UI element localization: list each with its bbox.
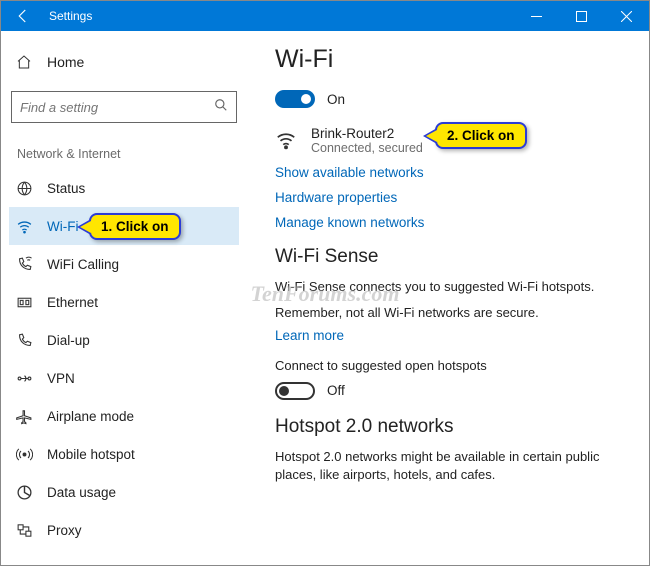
- maximize-button[interactable]: [559, 1, 604, 31]
- search-input[interactable]: [20, 100, 214, 115]
- sidebar-item-label: Dial-up: [47, 333, 90, 348]
- sidebar-item-dialup[interactable]: Dial-up: [9, 321, 239, 359]
- close-button[interactable]: [604, 1, 649, 31]
- sidebar-item-label: WiFi Calling: [47, 257, 119, 272]
- ethernet-icon: [15, 294, 33, 311]
- minimize-button[interactable]: [514, 1, 559, 31]
- page-title: Wi-Fi: [275, 45, 625, 74]
- callout-1: 1. Click on: [89, 213, 181, 240]
- window-title: Settings: [45, 9, 514, 23]
- status-icon: [15, 180, 33, 197]
- sidebar-item-label: Airplane mode: [47, 409, 134, 424]
- home-label: Home: [47, 54, 84, 70]
- airplane-icon: [15, 408, 33, 425]
- sidebar-item-data-usage[interactable]: Data usage: [9, 473, 239, 511]
- sidebar-item-wifi-calling[interactable]: WiFi Calling: [9, 245, 239, 283]
- sidebar-item-ethernet[interactable]: Ethernet: [9, 283, 239, 321]
- sidebar-item-hotspot[interactable]: Mobile hotspot: [9, 435, 239, 473]
- network-name: Brink-Router2: [311, 126, 423, 141]
- search-box[interactable]: [11, 91, 237, 123]
- hotspot20-heading: Hotspot 2.0 networks: [275, 416, 625, 438]
- sidebar-item-airplane[interactable]: Airplane mode: [9, 397, 239, 435]
- connect-suggested-label: Connect to suggested open hotspots: [275, 357, 625, 375]
- sidebar-item-vpn[interactable]: VPN: [9, 359, 239, 397]
- wifi-sense-heading: Wi-Fi Sense: [275, 246, 625, 268]
- home-nav[interactable]: Home: [9, 43, 239, 81]
- link-learn-more[interactable]: Learn more: [275, 328, 625, 343]
- hotspot-icon: [15, 446, 33, 463]
- proxy-icon: [15, 522, 33, 539]
- sidebar-item-label: Wi-Fi: [47, 219, 78, 234]
- network-status: Connected, secured: [311, 141, 423, 155]
- current-network[interactable]: Brink-Router2 Connected, secured 2. Clic…: [275, 126, 625, 155]
- sidebar-group-label: Network & Internet: [17, 147, 239, 161]
- sidebar-item-status[interactable]: Status: [9, 169, 239, 207]
- sidebar-item-proxy[interactable]: Proxy: [9, 511, 239, 549]
- wifi-calling-icon: [15, 256, 33, 273]
- sidebar-item-label: Proxy: [47, 523, 82, 538]
- data-usage-icon: [15, 484, 33, 501]
- home-icon: [15, 54, 33, 70]
- sidebar-item-label: Ethernet: [47, 295, 98, 310]
- sidebar-item-label: VPN: [47, 371, 75, 386]
- sidebar-item-label: Status: [47, 181, 85, 196]
- wifi-toggle[interactable]: [275, 90, 315, 108]
- wifi-sense-remember: Remember, not all Wi-Fi networks are sec…: [275, 304, 625, 322]
- wifi-icon: [15, 218, 33, 235]
- sidebar-item-label: Mobile hotspot: [47, 447, 135, 462]
- vpn-icon: [15, 370, 33, 387]
- suggested-hotspots-toggle[interactable]: [275, 382, 315, 400]
- sidebar-item-label: Data usage: [47, 485, 116, 500]
- hotspot20-desc: Hotspot 2.0 networks might be available …: [275, 448, 625, 484]
- back-button[interactable]: [1, 1, 45, 31]
- link-show-available[interactable]: Show available networks: [275, 165, 625, 180]
- search-icon: [214, 98, 228, 117]
- wifi-toggle-label: On: [327, 92, 345, 107]
- sidebar-item-wifi[interactable]: Wi-Fi 1. Click on: [9, 207, 239, 245]
- wifi-sense-desc: Wi-Fi Sense connects you to suggested Wi…: [275, 278, 625, 296]
- callout-2: 2. Click on: [435, 122, 527, 149]
- dialup-icon: [15, 332, 33, 349]
- suggested-hotspots-toggle-label: Off: [327, 383, 345, 398]
- link-manage-known[interactable]: Manage known networks: [275, 215, 625, 230]
- link-hardware-properties[interactable]: Hardware properties: [275, 190, 625, 205]
- wifi-signal-icon: [275, 129, 297, 151]
